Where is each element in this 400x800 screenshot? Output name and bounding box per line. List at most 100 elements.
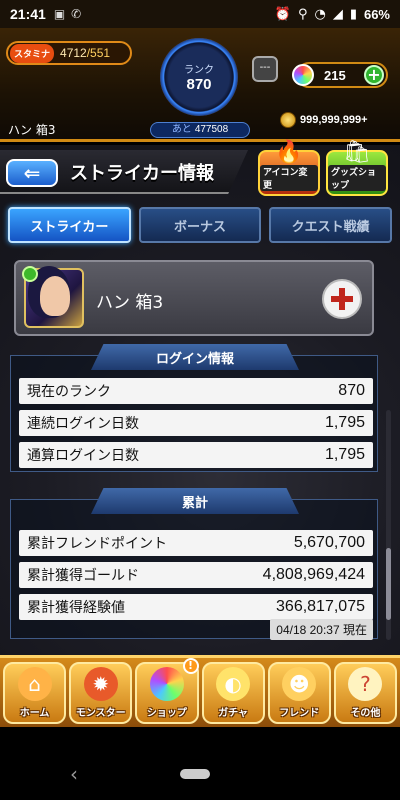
login-info-panel: ログイン情報 現在のランク 870 連続ログイン日数 1,795 通算ログイン日… <box>10 344 378 472</box>
stat-value: 870 <box>338 382 365 399</box>
nav-friend[interactable]: ☻ フレンド <box>267 662 331 724</box>
nav-other[interactable]: ? その他 <box>333 662 398 724</box>
stamina-gauge[interactable]: スタミナ 4712/551 <box>6 41 132 65</box>
clock: 21:41 <box>10 6 46 22</box>
wifi-icon: ◔ <box>314 6 326 22</box>
nav-label: ショップ <box>146 708 187 719</box>
goods-shop-label: グッズショップ <box>328 165 386 191</box>
item-slot-icon[interactable]: --- <box>252 56 278 82</box>
cross-icon <box>331 288 353 310</box>
scrollbar[interactable] <box>386 410 391 640</box>
signal-icon: ◢ <box>332 6 343 22</box>
notice-badge: ! <box>182 658 199 674</box>
nav-gap <box>0 727 400 748</box>
gacha-icon: ◐ <box>216 667 251 701</box>
updated-timestamp: 04/18 20:37 現在 <box>270 619 373 640</box>
stat-row: 累計フレンドポイント 5,670,700 <box>19 530 373 556</box>
totals-heading: 累計 <box>91 488 299 514</box>
next-exp-value: 477508 <box>194 124 229 135</box>
element-badge-icon <box>22 266 38 282</box>
stamina-current: 4712 <box>60 46 87 60</box>
nav-label: ガチャ <box>218 708 249 719</box>
stat-label: 累計獲得経験値 <box>27 600 125 616</box>
battery-percent: 66% <box>363 6 390 22</box>
gold-counter: 999,999,999+ <box>280 112 368 128</box>
profile-name: ハン 箱3 <box>96 293 164 313</box>
orb-icon <box>292 64 314 86</box>
goods-shop-button[interactable]: 🛍 グッズショップ <box>326 141 388 196</box>
nav-label: その他 <box>350 708 381 719</box>
tab-striker[interactable]: ストライカー <box>8 207 131 243</box>
profile-card: ハン 箱3 <box>14 260 374 336</box>
status-right: ⏰ ⚲ ◔ ◢ ▮ 66% <box>275 7 390 22</box>
orb-count: 215 <box>324 67 346 83</box>
gold-amount: 999,999,999+ <box>300 114 368 126</box>
totals-panel: 累計 累計フレンドポイント 5,670,700 累計獲得ゴールド 4,808,9… <box>10 488 378 640</box>
stat-value: 366,817,075 <box>276 598 365 615</box>
gallery-icon: ▣ <box>53 7 66 21</box>
system-nav-bar: ‹ <box>0 748 400 800</box>
stat-row: 累計獲得経験値 366,817,075 <box>19 594 373 620</box>
avatar[interactable] <box>22 266 84 328</box>
buy-orbs-button[interactable]: + <box>364 65 384 85</box>
login-info-heading: ログイン情報 <box>91 344 299 370</box>
nav-monster[interactable]: ✹ モンスター <box>69 662 133 724</box>
nav-label: フレンド <box>279 708 320 719</box>
battery-icon: ▮ <box>349 6 357 22</box>
next-exp-label: あと <box>171 124 192 135</box>
notification-icons: ▣ ✆ <box>54 7 81 21</box>
nav-home[interactable]: ⌂ ホーム <box>3 662 67 724</box>
tab-bonus[interactable]: ボーナス <box>138 207 262 243</box>
alarm-icon: ⏰ <box>274 6 291 22</box>
gold-coin-icon <box>280 112 296 128</box>
add-friend-button[interactable] <box>322 279 362 319</box>
stamina-value: 4712/551 <box>60 46 110 60</box>
status-bar: 21:41 ▣ ✆ ⏰ ⚲ ◔ ◢ ▮ 66% <box>0 0 400 28</box>
stat-value: 1,795 <box>324 414 365 431</box>
rank-label: ランク <box>184 65 214 76</box>
rank-badge[interactable]: ランク 870 <box>160 38 238 116</box>
tab-bar: ストライカー ボーナス クエスト戦績 <box>8 207 393 243</box>
game-header: スタミナ 4712/551 ランク 870 あと 477508 --- 215 +… <box>0 28 400 142</box>
tab-quest-record[interactable]: クエスト戦績 <box>269 207 393 243</box>
player-name: ハン 箱3 <box>8 123 56 137</box>
rank-value: 870 <box>186 76 212 93</box>
monster-icon: ✹ <box>83 667 118 701</box>
friend-icon: ☻ <box>282 667 317 701</box>
stat-label: 現在のランク <box>27 384 111 400</box>
other-icon: ? <box>348 667 383 701</box>
back-button[interactable]: ⇐ <box>6 159 58 187</box>
missed-call-icon: ✆ <box>71 7 82 21</box>
stat-value: 4,808,969,424 <box>262 566 365 583</box>
stat-value: 1,795 <box>324 446 365 463</box>
stat-value: 5,670,700 <box>293 534 365 551</box>
nav-shop[interactable]: ショップ ! <box>135 658 199 724</box>
location-icon: ⚲ <box>297 6 308 22</box>
icon-change-button[interactable]: 🔥 アイコン変更 <box>258 141 320 196</box>
system-back-icon[interactable]: ‹ <box>70 762 78 786</box>
stat-row: 現在のランク 870 <box>19 378 373 404</box>
orb-counter[interactable]: 215 + <box>292 62 388 88</box>
stat-label: 通算ログイン日数 <box>27 448 139 464</box>
stat-row: 累計獲得ゴールド 4,808,969,424 <box>19 562 373 588</box>
stat-row: 通算ログイン日数 1,795 <box>19 442 373 468</box>
next-rank-exp: あと 477508 <box>150 122 250 138</box>
main-content: ⇐ ストライカー情報 🔥 アイコン変更 🛍 グッズショップ ストライカー ボーナ… <box>0 141 400 655</box>
page-title: ストライカー情報 <box>70 163 214 184</box>
fire-mascot-icon: 🔥 <box>275 140 303 165</box>
system-home-pill[interactable] <box>180 769 210 779</box>
stamina-max: /551 <box>86 46 111 60</box>
stat-label: 累計フレンドポイント <box>27 536 167 552</box>
back-arrow-icon: ⇐ <box>23 161 41 185</box>
goods-shop-icon: 🛍 <box>343 140 371 165</box>
bottom-nav: ⌂ ホーム ✹ モンスター ショップ ! ◐ ガチャ ☻ フレンド ? その他 <box>0 655 400 727</box>
stat-label: 累計獲得ゴールド <box>27 568 139 584</box>
nav-label: ホーム <box>19 708 50 719</box>
stamina-label: スタミナ <box>10 43 55 63</box>
avatar-portrait <box>40 276 70 316</box>
nav-gacha[interactable]: ◐ ガチャ <box>201 662 265 724</box>
stat-label: 連続ログイン日数 <box>27 416 139 432</box>
icon-change-label: アイコン変更 <box>260 165 318 191</box>
scrollbar-thumb[interactable] <box>386 548 391 620</box>
nav-label: モンスター <box>75 708 126 719</box>
